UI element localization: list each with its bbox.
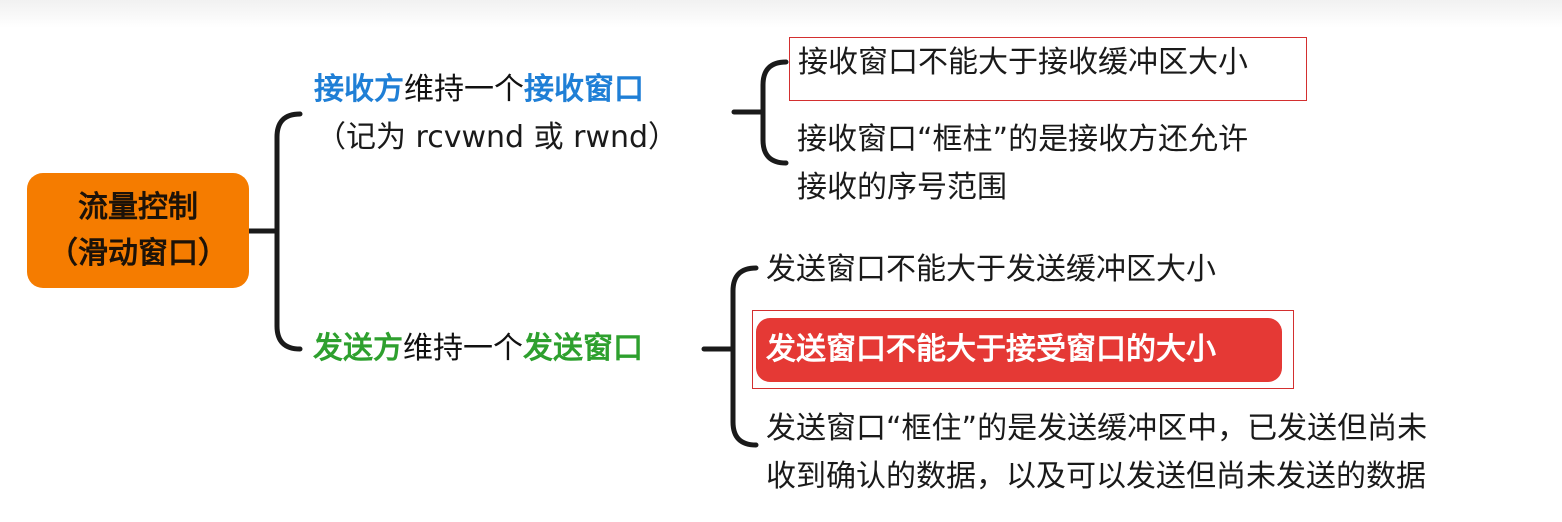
sender-rule-2-highlight: 发送窗口不能大于接受窗口的大小 xyxy=(756,318,1282,382)
receiver-rule-1: 接收窗口不能大于接收缓冲区大小 xyxy=(789,37,1307,101)
receiver-node: 接收方维持一个接收窗口 xyxy=(314,70,644,110)
root-subtitle: （滑动窗口） xyxy=(48,235,228,271)
receiver-rule-2-line1: 接收窗口“框柱”的是接收方还允许 xyxy=(797,122,1249,157)
root-title: 流量控制 xyxy=(78,189,198,225)
receiver-rule-2: 接收窗口“框柱”的是接收方还允许 接收的序号范围 xyxy=(797,116,1248,212)
sender-rule-3: 发送窗口“框住”的是发送缓冲区中，已发送但尚未 收到确认的数据，以及可以发送但尚… xyxy=(766,405,1427,501)
sender-node: 发送方维持一个发送窗口 xyxy=(313,329,643,369)
receiver-label: 接收方 xyxy=(314,72,404,107)
sender-verb: 维持一个 xyxy=(403,331,523,366)
receiver-verb: 维持一个 xyxy=(404,72,524,107)
sender-rule-1: 发送窗口不能大于发送缓冲区大小 xyxy=(766,252,1216,287)
sender-label: 发送方 xyxy=(313,331,403,366)
receiver-window: 接收窗口 xyxy=(524,72,644,107)
root-node: 流量控制 （滑动窗口） xyxy=(27,173,249,288)
sender-rule-3-line1: 发送窗口“框住”的是发送缓冲区中，已发送但尚未 xyxy=(766,411,1428,446)
receiver-note: （记为 rcvwnd 或 rwnd） xyxy=(316,120,679,155)
bracket-receiver xyxy=(760,59,789,166)
bracket-main xyxy=(274,111,303,352)
sender-window: 发送窗口 xyxy=(523,331,643,366)
receiver-rule-2-line2: 接收的序号范围 xyxy=(797,170,1007,205)
sender-rule-3-line2: 收到确认的数据，以及可以发送但尚未发送的数据 xyxy=(766,459,1426,494)
